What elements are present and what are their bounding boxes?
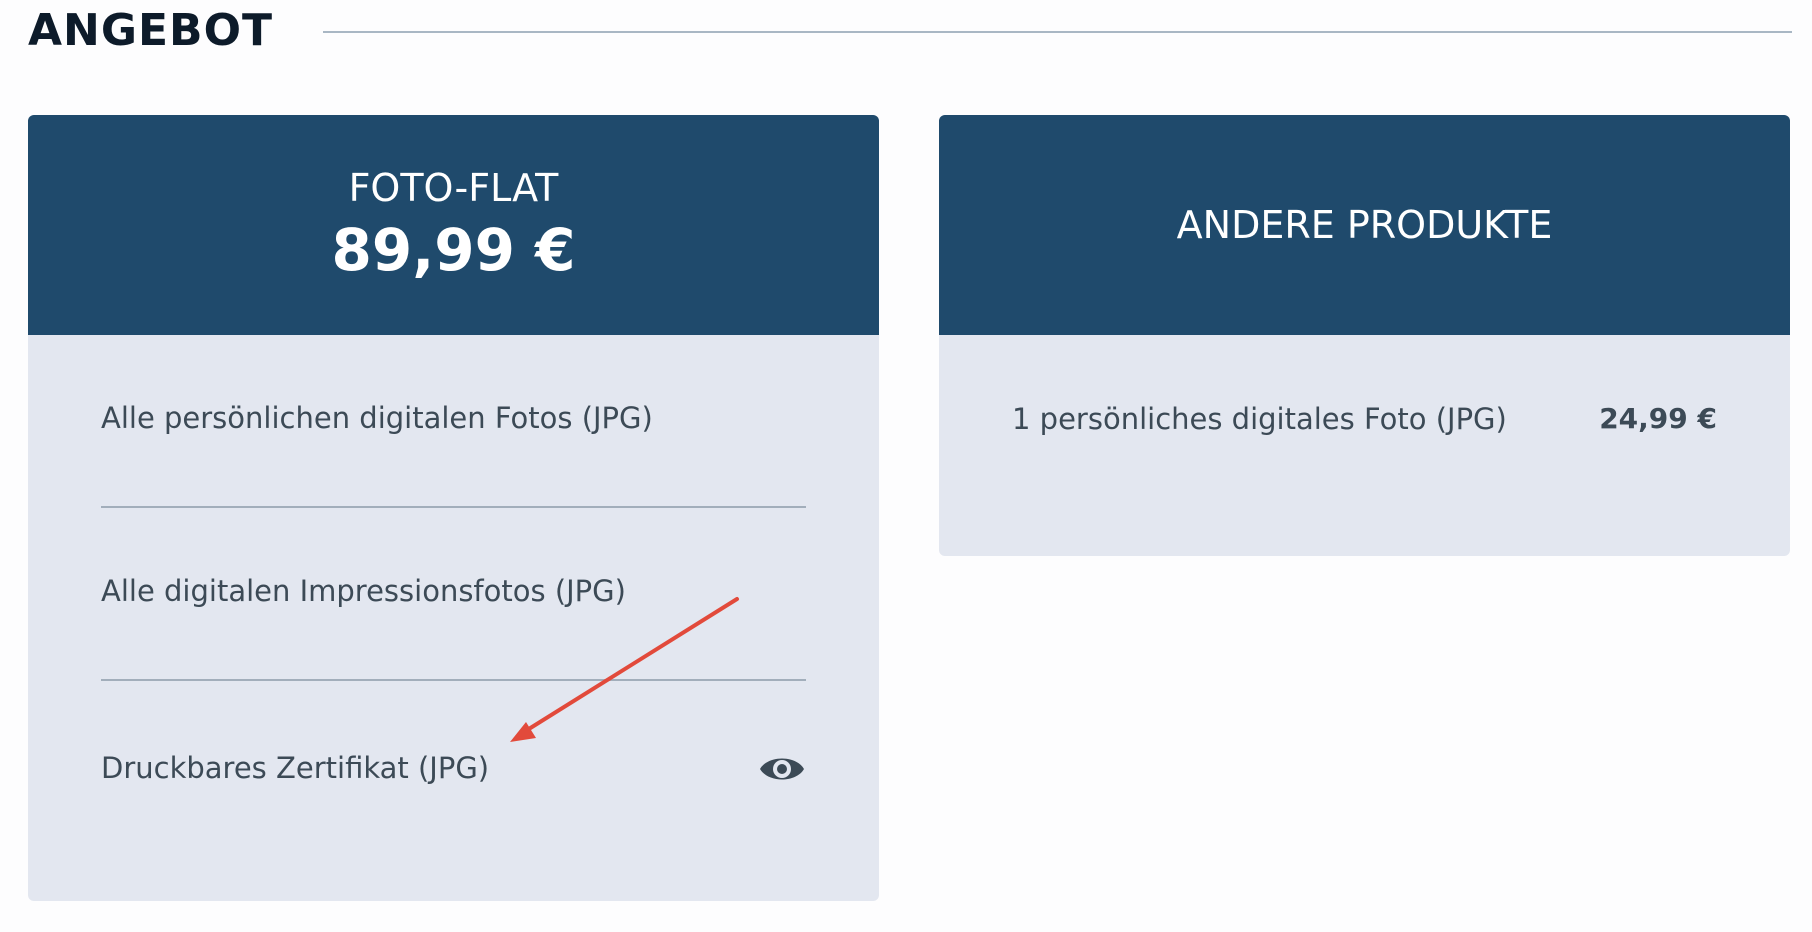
section-header: ANGEBOT (28, 0, 1792, 60)
product-row[interactable]: 1 persönliches digitales Foto (JPG) 24,9… (1012, 402, 1717, 462)
header-divider (323, 31, 1792, 33)
plan-price: 89,99 € (331, 216, 576, 284)
feature-label: Alle persönlichen digitalen Fotos (JPG) (101, 401, 653, 435)
other-products-title: ANDERE PRODUKTE (1176, 203, 1553, 247)
feature-label: Alle digitalen Impressionsfotos (JPG) (101, 574, 626, 608)
eye-icon[interactable] (758, 749, 806, 789)
feature-list: Alle persönlichen digitalen Fotos (JPG) … (101, 335, 806, 854)
foto-flat-card-header: FOTO-FLAT 89,99 € (28, 115, 879, 335)
offer-page: ANGEBOT FOTO-FLAT 89,99 € Alle persönlic… (0, 0, 1812, 932)
feature-item: Alle digitalen Impressionsfotos (JPG) (101, 508, 806, 681)
product-label: 1 persönliches digitales Foto (JPG) (1012, 402, 1507, 436)
plan-name: FOTO-FLAT (348, 166, 559, 210)
product-price: 24,99 € (1599, 402, 1717, 435)
foto-flat-card[interactable]: FOTO-FLAT 89,99 € Alle persönlichen digi… (28, 115, 879, 901)
feature-item: Alle persönlichen digitalen Fotos (JPG) (101, 335, 806, 508)
feature-item: Druckbares Zertifikat (JPG) (101, 681, 806, 854)
other-products-card[interactable]: ANDERE PRODUKTE 1 persönliches digitales… (939, 115, 1790, 556)
other-products-card-header: ANDERE PRODUKTE (939, 115, 1790, 335)
feature-label: Druckbares Zertifikat (JPG) (101, 751, 490, 785)
section-title: ANGEBOT (28, 4, 274, 56)
